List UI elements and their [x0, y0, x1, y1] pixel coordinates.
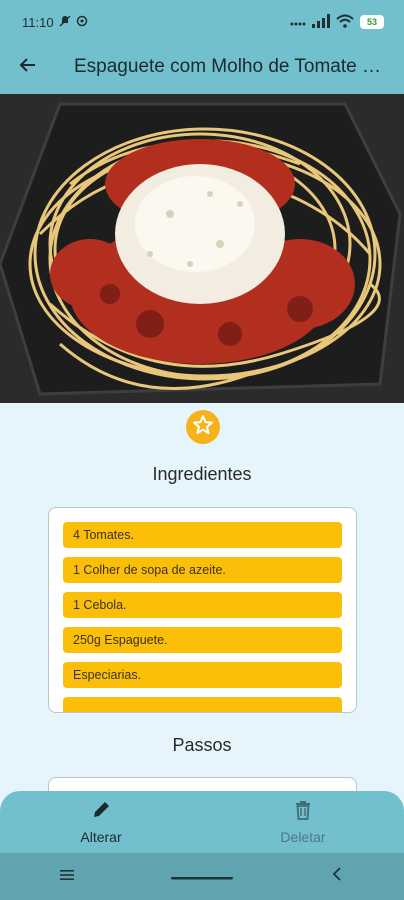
app-bar: Espaguete com Molho de Tomate e Carne — [0, 44, 404, 90]
edit-button[interactable]: Alterar — [0, 791, 202, 853]
ingredient-item: 250g Espaguete. — [63, 627, 342, 653]
ingredients-list[interactable]: 4 Tomates. 1 Colher de sopa de azeite. 1… — [48, 507, 357, 713]
header: 11:10 53 Espaguete com Molho de Tomate e — [0, 0, 404, 94]
signal-icon — [312, 13, 330, 31]
ingredient-item-partial — [63, 697, 342, 712]
arrow-left-icon — [18, 55, 38, 80]
delete-label: Deletar — [280, 828, 326, 845]
battery-indicator: 53 — [360, 15, 384, 29]
status-bar: 11:10 53 — [0, 0, 404, 44]
system-back-button[interactable] — [307, 857, 367, 897]
delete-button[interactable]: Deletar — [202, 791, 404, 853]
trash-icon — [294, 800, 312, 825]
back-button[interactable] — [0, 44, 56, 90]
ingredient-item: 1 Cebola. — [63, 592, 342, 618]
sync-icon — [76, 15, 88, 30]
system-navigation-bar — [0, 853, 404, 900]
ingredient-item: Especiarias. — [63, 662, 342, 688]
steps-title: Passos — [172, 735, 232, 755]
ingredients-title: Ingredientes — [152, 464, 252, 484]
pencil-icon — [91, 800, 111, 825]
page-title: Espaguete com Molho de Tomate e Carne — [74, 56, 386, 77]
recent-apps-button[interactable] — [37, 857, 97, 897]
status-time: 11:10 — [22, 14, 54, 30]
wifi-icon — [336, 14, 354, 31]
recipe-image — [0, 94, 404, 403]
menu-lines-icon — [60, 868, 75, 886]
star-icon — [191, 413, 215, 442]
bottom-action-bar: Alterar Deletar — [0, 791, 404, 853]
home-pill-icon — [170, 868, 233, 886]
chevron-left-icon — [332, 867, 342, 886]
data-activity-icon — [290, 15, 306, 30]
ingredient-item: 4 Tomates. — [63, 522, 342, 548]
favorite-button[interactable] — [186, 410, 220, 444]
ingredient-item: 1 Colher de sopa de azeite. — [63, 557, 342, 583]
home-button[interactable] — [170, 857, 233, 897]
notification-muted-icon — [59, 15, 71, 30]
edit-label: Alterar — [80, 828, 122, 845]
